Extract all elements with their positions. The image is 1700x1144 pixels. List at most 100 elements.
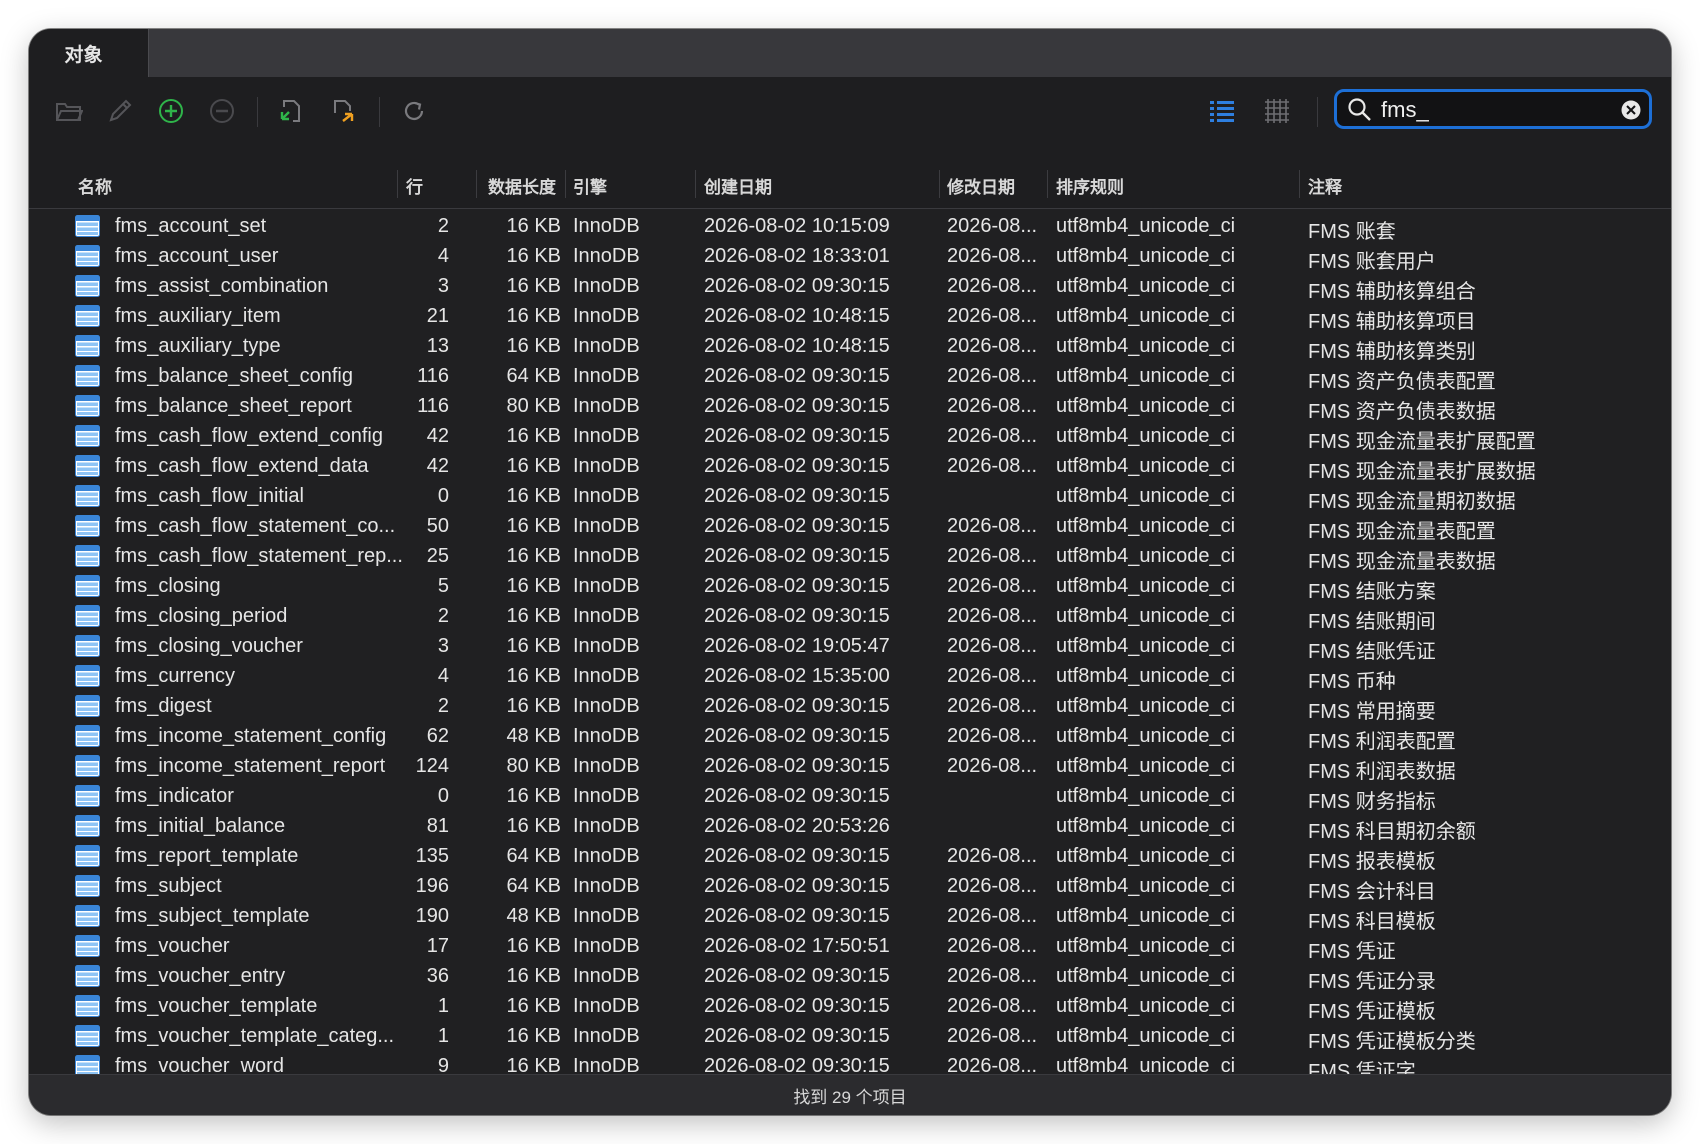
modified-date: 2026-08... xyxy=(947,395,1038,417)
column-header-comment[interactable]: 注释 xyxy=(1308,173,1342,198)
row-count: 81 xyxy=(426,815,449,837)
import-icon[interactable] xyxy=(276,95,308,127)
export-icon[interactable] xyxy=(327,95,359,127)
table-row[interactable]: fms_balance_sheet_config 116 64 KB InnoD… xyxy=(29,361,1671,393)
table-row[interactable]: fms_voucher_template 1 16 KB InnoDB 2026… xyxy=(29,991,1671,1023)
row-count: 135 xyxy=(415,845,449,867)
collation: utf8mb4_unicode_ci xyxy=(1056,275,1236,297)
refresh-icon[interactable] xyxy=(398,95,430,127)
table-name: fms_currency xyxy=(115,665,236,687)
table-row[interactable]: fms_cash_flow_extend_data 42 16 KB InnoD… xyxy=(29,451,1671,483)
created-date: 2026-08-02 09:30:15 xyxy=(704,275,890,297)
table-row[interactable]: fms_voucher 17 16 KB InnoDB 2026-08-02 1… xyxy=(29,931,1671,963)
column-divider[interactable] xyxy=(565,170,566,198)
data-length: 16 KB xyxy=(506,455,561,477)
column-divider[interactable] xyxy=(397,170,398,198)
column-header-modified[interactable]: 修改日期 xyxy=(947,173,1015,198)
table-row[interactable]: fms_cash_flow_statement_rep... 25 16 KB … xyxy=(29,541,1671,573)
list-view-icon[interactable] xyxy=(1206,95,1238,127)
data-length: 16 KB xyxy=(506,965,561,987)
table-row[interactable]: fms_initial_balance 81 16 KB InnoDB 2026… xyxy=(29,811,1671,843)
table-row[interactable]: fms_auxiliary_type 13 16 KB InnoDB 2026-… xyxy=(29,331,1671,363)
grid-view-icon[interactable] xyxy=(1261,95,1293,127)
table-row[interactable]: fms_balance_sheet_report 116 80 KB InnoD… xyxy=(29,391,1671,423)
row-count: 3 xyxy=(437,275,449,297)
table-name: fms_voucher_template_categ... xyxy=(115,1025,395,1047)
column-divider[interactable] xyxy=(939,170,940,198)
pencil-icon[interactable] xyxy=(104,95,136,127)
table-row[interactable]: fms_income_statement_report 124 80 KB In… xyxy=(29,751,1671,783)
table-row[interactable]: fms_report_template 135 64 KB InnoDB 202… xyxy=(29,841,1671,873)
modified-date: 2026-08... xyxy=(947,275,1038,297)
table-name: fms_cash_flow_extend_config xyxy=(115,425,383,447)
table-row[interactable]: fms_closing_voucher 3 16 KB InnoDB 2026-… xyxy=(29,631,1671,663)
table-row[interactable]: fms_voucher_entry 36 16 KB InnoDB 2026-0… xyxy=(29,961,1671,993)
table-icon xyxy=(75,845,100,867)
table-row[interactable]: fms_cash_flow_statement_co... 50 16 KB I… xyxy=(29,511,1671,543)
tab-bar: 对象 xyxy=(29,29,1671,77)
column-header-data-length[interactable]: 数据长度 xyxy=(488,173,556,198)
table-row[interactable]: fms_indicator 0 16 KB InnoDB 2026-08-02 … xyxy=(29,781,1671,813)
comment: FMS 结账凭证 xyxy=(1308,641,1436,663)
table-row[interactable]: fms_closing 5 16 KB InnoDB 2026-08-02 09… xyxy=(29,571,1671,603)
row-count: 4 xyxy=(437,245,449,267)
created-date: 2026-08-02 20:53:26 xyxy=(704,815,890,837)
data-length: 16 KB xyxy=(506,275,561,297)
engine: InnoDB xyxy=(573,335,640,357)
column-divider[interactable] xyxy=(1047,170,1048,198)
row-count: 5 xyxy=(437,575,449,597)
table-row[interactable]: fms_closing_period 2 16 KB InnoDB 2026-0… xyxy=(29,601,1671,633)
table-row[interactable]: fms_subject 196 64 KB InnoDB 2026-08-02 … xyxy=(29,871,1671,903)
table-row[interactable]: fms_digest 2 16 KB InnoDB 2026-08-02 09:… xyxy=(29,691,1671,723)
column-header-rows[interactable]: 行 xyxy=(406,173,423,198)
column-divider[interactable] xyxy=(476,170,477,198)
table-row[interactable]: fms_assist_combination 3 16 KB InnoDB 20… xyxy=(29,271,1671,303)
add-circle-icon[interactable] xyxy=(155,95,187,127)
remove-circle-icon[interactable] xyxy=(206,95,238,127)
table-row[interactable]: fms_currency 4 16 KB InnoDB 2026-08-02 1… xyxy=(29,661,1671,693)
column-header-name[interactable]: 名称 xyxy=(78,173,112,198)
modified-date: 2026-08... xyxy=(947,455,1038,477)
collation: utf8mb4_unicode_ci xyxy=(1056,965,1236,987)
created-date: 2026-08-02 15:35:00 xyxy=(704,665,890,687)
engine: InnoDB xyxy=(573,755,640,777)
data-length: 16 KB xyxy=(506,575,561,597)
comment: FMS 辅助核算项目 xyxy=(1308,311,1476,333)
created-date: 2026-08-02 09:30:15 xyxy=(704,995,890,1017)
table-name: fms_cash_flow_statement_co... xyxy=(115,515,396,537)
table-row[interactable]: fms_subject_template 190 48 KB InnoDB 20… xyxy=(29,901,1671,933)
table-row[interactable]: fms_cash_flow_initial 0 16 KB InnoDB 202… xyxy=(29,481,1671,513)
comment: FMS 现金流量表扩展配置 xyxy=(1308,431,1536,453)
data-length: 16 KB xyxy=(506,425,561,447)
table-icon xyxy=(75,455,100,477)
search-input[interactable] xyxy=(1381,96,1611,124)
folder-open-icon[interactable] xyxy=(53,95,85,127)
column-header-created[interactable]: 创建日期 xyxy=(704,173,772,198)
table-row[interactable]: fms_account_user 4 16 KB InnoDB 2026-08-… xyxy=(29,241,1671,273)
column-header-collation[interactable]: 排序规则 xyxy=(1056,173,1124,198)
collation: utf8mb4_unicode_ci xyxy=(1056,1025,1236,1047)
table-row[interactable]: fms_income_statement_config 62 48 KB Inn… xyxy=(29,721,1671,753)
comment: FMS 现金流量表数据 xyxy=(1308,551,1496,573)
table-row[interactable]: fms_voucher_template_categ... 1 16 KB In… xyxy=(29,1021,1671,1053)
table-header: 名称 行 数据长度 引擎 创建日期 修改日期 排序规则 注释 xyxy=(29,161,1671,209)
modified-date: 2026-08... xyxy=(947,755,1038,777)
collation: utf8mb4_unicode_ci xyxy=(1056,695,1236,717)
clear-search-icon[interactable] xyxy=(1621,100,1641,125)
table-row[interactable]: fms_auxiliary_item 21 16 KB InnoDB 2026-… xyxy=(29,301,1671,333)
column-header-engine[interactable]: 引擎 xyxy=(573,173,607,198)
table-icon xyxy=(75,545,100,567)
tab-objects[interactable]: 对象 xyxy=(29,29,149,77)
column-divider[interactable] xyxy=(695,170,696,198)
objects-window: 对象 fms_ 名称 行 数据长度 引擎 创建日期 修改日期 排序规则 注释 f… xyxy=(29,29,1671,1115)
table-icon xyxy=(75,695,100,717)
row-count: 1 xyxy=(437,995,449,1017)
comment: FMS 账套 xyxy=(1308,221,1396,243)
table-name: fms_digest xyxy=(115,695,212,717)
engine: InnoDB xyxy=(573,605,640,627)
column-divider[interactable] xyxy=(1299,170,1300,198)
table-row[interactable]: fms_cash_flow_extend_config 42 16 KB Inn… xyxy=(29,421,1671,453)
created-date: 2026-08-02 09:30:15 xyxy=(704,425,890,447)
table-row[interactable]: fms_account_set 2 16 KB InnoDB 2026-08-0… xyxy=(29,211,1671,243)
row-count: 42 xyxy=(426,425,449,447)
